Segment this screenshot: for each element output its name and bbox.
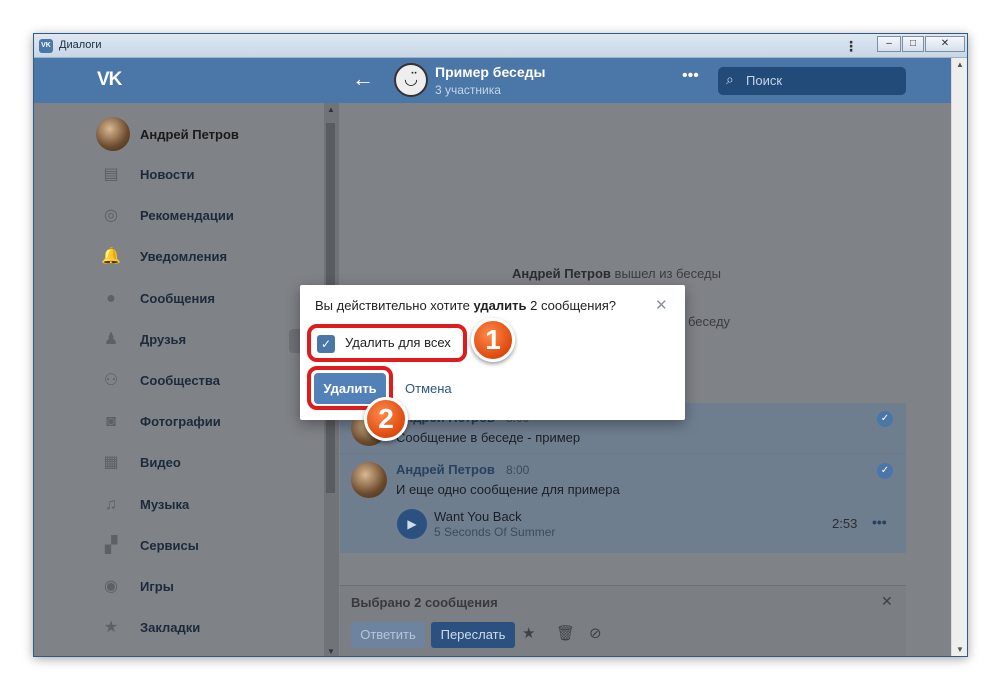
message-author[interactable]: Андрей Петров [396,462,495,477]
reply-button[interactable]: Ответить [351,622,425,648]
sidebar-item-2[interactable]: 🔔 Уведомления [96,242,316,272]
audio-title[interactable]: Want You Back [434,509,522,524]
bell-icon: 🔔 [101,248,121,266]
dialog-question: Вы действительно хотите удалить 2 сообще… [315,298,616,313]
sidebar-item-0[interactable]: ▤ Новости [96,160,316,190]
minimize-button[interactable]: – [877,36,901,52]
profile-name: Андрей Петров [140,127,239,142]
play-icon[interactable]: ▶ [397,509,427,539]
sidebar-item-label: Фотографии [140,414,221,430]
sidebar-item-6[interactable]: ◙ Фотографии [96,407,316,437]
step-1-badge: 1 [471,318,515,362]
message-text: Сообщение в беседе - пример [396,430,581,445]
close-window-button[interactable]: ✕ [925,36,965,52]
sidebar: Андрей Петров ▤ Новости ◎ Рекомендации 🔔 Увед… [34,103,339,656]
clear-selection-icon[interactable]: ✕ [881,593,893,610]
delete-for-all-label[interactable]: Удалить для всех [345,335,451,350]
sidebar-profile[interactable]: Андрей Петров [96,117,316,151]
spam-block-icon[interactable]: ⊘ [589,624,602,642]
sidebar-item-label: Игры [140,579,174,594]
sidebar-item-label: Музыка [140,496,190,512]
sidebar-item-5[interactable]: ⚇ Сообщества [96,366,316,396]
app-header: VK ← ◡̈ Пример беседы 3 участника ••• ⌕ … [34,58,967,103]
sidebar-item-10[interactable]: ◉ Игры [96,572,316,602]
message-avatar[interactable] [351,462,387,498]
search-icon: ⌕ [726,71,734,87]
sidebar-item-7[interactable]: ▦ Видео [96,448,316,478]
maximize-button[interactable]: □ [902,36,924,52]
audio-more-icon[interactable]: ••• [872,514,887,530]
sidebar-item-11[interactable]: ★ Закладки [96,613,316,643]
more-options-icon[interactable]: ••• [682,67,699,85]
search-field[interactable]: ⌕ Поиск [718,67,906,95]
vk-app-icon: VK [39,39,53,53]
message-item[interactable]: Андрей Петров 8:00 И еще одно сообщение … [340,455,906,553]
vk-logo[interactable]: VK [97,69,122,91]
sidebar-item-label: Рекомендации [140,208,234,224]
scroll-up-icon[interactable]: ▲ [956,60,964,69]
gamepad-icon: ◉ [104,578,118,595]
message-time: 8:00 [506,463,530,477]
chat-spacer [340,553,906,583]
chat-bubble-icon: ● [106,289,116,307]
selection-toolbar: Выбрано 2 сообщения ✕ Ответить Переслать… [340,585,906,656]
trash-icon[interactable]: 🗑 [556,624,575,642]
audio-artist[interactable]: 5 Seconds Of Summer [434,525,555,539]
system-message-left: Андрей Петров вышел из беседы [512,266,721,281]
search-placeholder: Поиск [746,73,783,88]
sidebar-item-1[interactable]: ◎ Рекомендации [96,201,316,231]
dialog-close-icon[interactable]: ✕ [655,296,668,314]
sidebar-item-4[interactable]: ♟ Друзья [96,325,316,355]
sidebar-item-label: Уведомления [140,249,228,265]
conversation-avatar[interactable]: ◡̈ [394,63,428,97]
news-icon: ▤ [103,166,119,183]
people-icon: ⚇ [103,372,119,389]
conversation-member-count: 3 участника [435,83,501,97]
message-text: И еще одно сообщение для примера [396,482,620,497]
sidebar-item-label: Сообщества [140,373,220,388]
sidebar-item-label: Видео [140,455,181,471]
back-arrow-icon[interactable]: ← [352,66,374,92]
title-bar: VK Диалоги ⋮ – □ ✕ [34,34,967,58]
sidebar-item-9[interactable]: ▞ Сервисы [96,531,316,561]
system-message-partial: беседу [688,314,731,329]
star-icon[interactable]: ★ [522,624,535,642]
conversation-title[interactable]: Пример беседы [435,64,545,80]
window-scrollbar[interactable]: ▲ ▼ [951,58,967,656]
sidebar-item-3[interactable]: ● Сообщения [96,284,316,314]
scroll-up-icon[interactable]: ▲ [327,105,335,114]
grid-icon: ▞ [104,536,118,554]
scroll-down-icon[interactable]: ▼ [956,645,964,654]
sidebar-item-label: Сообщения [140,290,215,306]
selected-check-icon[interactable]: ✓ [877,411,893,427]
audio-duration: 2:53 [832,516,858,531]
window-title: Диалоги [59,39,102,51]
sidebar-item-label: Сервисы [140,537,199,553]
camera-icon: ◙ [106,413,116,431]
person-icon: ♟ [103,330,119,348]
compass-icon: ◎ [104,207,118,225]
sidebar-item-8[interactable]: ♫ Музыка [96,490,316,520]
forward-button[interactable]: Переслать [431,622,515,648]
selected-messages: Андрей Петров 8:00 Сообщение в беседе - … [340,403,906,553]
selected-check-icon[interactable]: ✓ [877,463,893,479]
selection-count: Выбрано 2 сообщения [351,595,498,610]
film-icon: ▦ [103,454,119,472]
sidebar-item-label: Закладки [140,620,201,636]
sidebar-item-label: Друзья [140,331,187,347]
cancel-link[interactable]: Отмена [405,381,452,396]
window-menu-icon[interactable]: ⋮ [842,37,860,55]
sidebar-item-label: Новости [140,167,195,182]
star-icon: ★ [103,619,119,637]
delete-for-all-checkbox[interactable]: ✓ [317,335,335,353]
music-note-icon: ♫ [105,495,117,513]
step-2-badge: 2 [364,397,408,441]
scroll-down-icon[interactable]: ▼ [327,647,335,656]
avatar [96,117,130,151]
